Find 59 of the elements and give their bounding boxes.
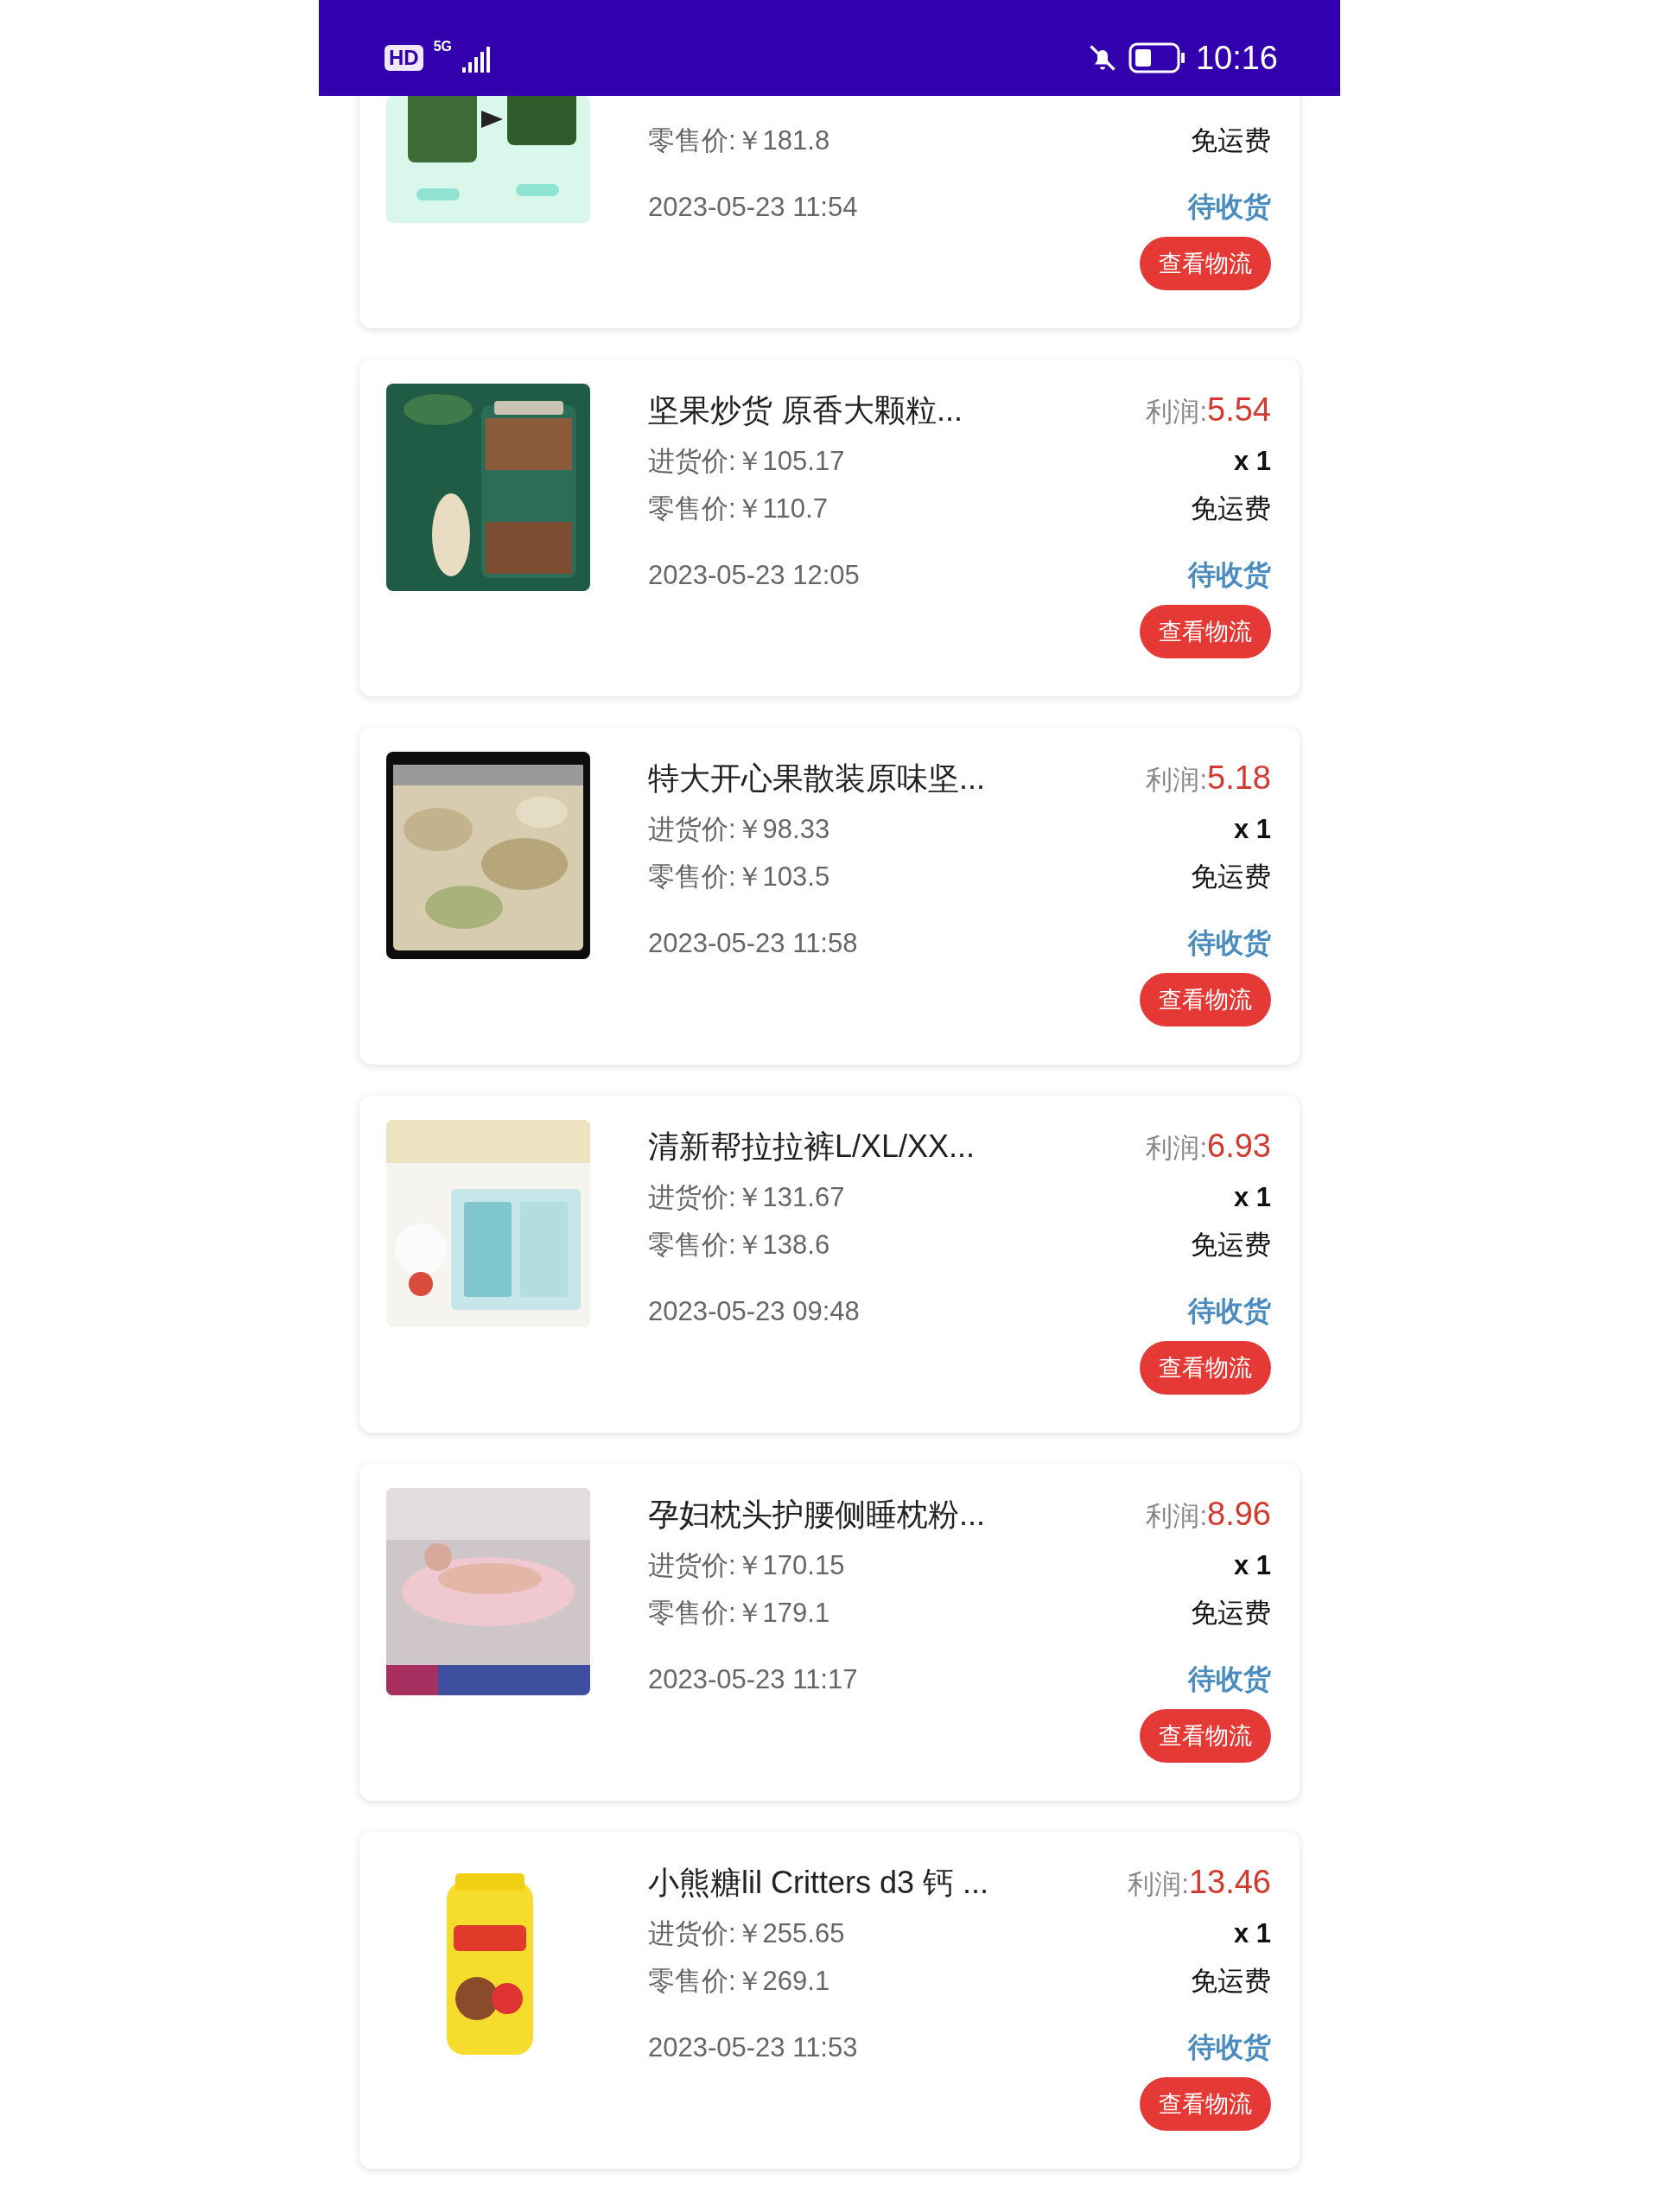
view-logistics-button[interactable]: 查看物流 [1140,237,1271,290]
retail-price: 零售价:￥103.5 [648,861,830,893]
shipping-label: 免运费 [1191,1597,1271,1630]
product-title: 清新帮拉拉裤L/XL/XX... [648,1127,976,1166]
order-date: 2023-05-23 11:53 [648,2032,858,2063]
purchase-price: 进货价:￥131.67 [648,1181,845,1214]
retail-price: 零售价:￥110.7 [648,493,828,525]
profit-label: 利润: [1146,763,1208,797]
profit-value: 5.18 [1207,759,1271,797]
shipping-label: 免运费 [1191,1229,1271,1262]
purchase-price: 进货价:￥170.15 [648,1549,845,1582]
profit-label: 利润: [1146,1131,1208,1165]
quantity: x 1 [1233,446,1271,477]
profit-label: 利润: [1146,395,1208,429]
view-logistics-button[interactable]: 查看物流 [1140,605,1271,658]
quantity: x 1 [1233,1918,1271,1949]
order-status: 待收货 [1188,558,1271,592]
order-status: 待收货 [1188,1294,1271,1328]
order-status: 待收货 [1188,2031,1271,2064]
network-type: 5G [433,39,452,54]
hd-badge: HD [385,44,423,71]
profit-value: 5.54 [1207,391,1271,429]
battery-icon [1128,41,1185,74]
order-date: 2023-05-23 09:48 [648,1296,860,1327]
retail-price: 零售价:￥181.8 [648,124,830,157]
view-logistics-button[interactable]: 查看物流 [1140,1341,1271,1395]
shipping-label: 免运费 [1191,861,1271,893]
clock-time: 10:16 [1195,41,1278,74]
order-date: 2023-05-23 11:17 [648,1664,858,1695]
quantity: x 1 [1233,1550,1271,1581]
shipping-label: 免运费 [1191,493,1271,525]
purchase-price: 进货价:￥105.17 [648,445,845,478]
retail-price: 零售价:￥138.6 [648,1229,830,1262]
order-status: 待收货 [1188,190,1271,224]
purchase-price: 进货价:￥255.65 [648,1917,845,1950]
profit-label: 利润: [1146,1499,1208,1533]
shipping-label: 免运费 [1191,124,1271,157]
profit-value: 8.96 [1207,1495,1271,1533]
view-logistics-button[interactable]: 查看物流 [1140,2077,1271,2131]
order-status: 待收货 [1188,1662,1271,1696]
view-logistics-button[interactable]: 查看物流 [1140,973,1271,1027]
purchase-price: 进货价:￥98.33 [648,813,830,846]
profit-value: 13.46 [1188,1863,1271,1901]
profit-label: 利润: [1128,1867,1189,1901]
shipping-label: 免运费 [1191,1965,1271,1998]
product-title: 孕妇枕头护腰侧睡枕粉... [648,1495,985,1534]
quantity: x 1 [1233,814,1271,845]
profit-value: 6.93 [1207,1127,1271,1165]
retail-price: 零售价:￥269.1 [648,1965,830,1998]
product-title: 特大开心果散装原味坚... [648,759,985,798]
order-date: 2023-05-23 11:58 [648,928,858,959]
product-title: 小熊糖lil Critters d3 钙 ... [648,1863,989,1902]
order-date: 2023-05-23 11:54 [648,192,858,223]
quantity: x 1 [1233,1182,1271,1213]
product-title: 坚果炒货 原香大颗粒... [648,391,963,429]
retail-price: 零售价:￥179.1 [648,1597,830,1630]
order-status: 待收货 [1188,926,1271,960]
view-logistics-button[interactable]: 查看物流 [1140,1709,1271,1763]
order-date: 2023-05-23 12:05 [648,560,860,591]
